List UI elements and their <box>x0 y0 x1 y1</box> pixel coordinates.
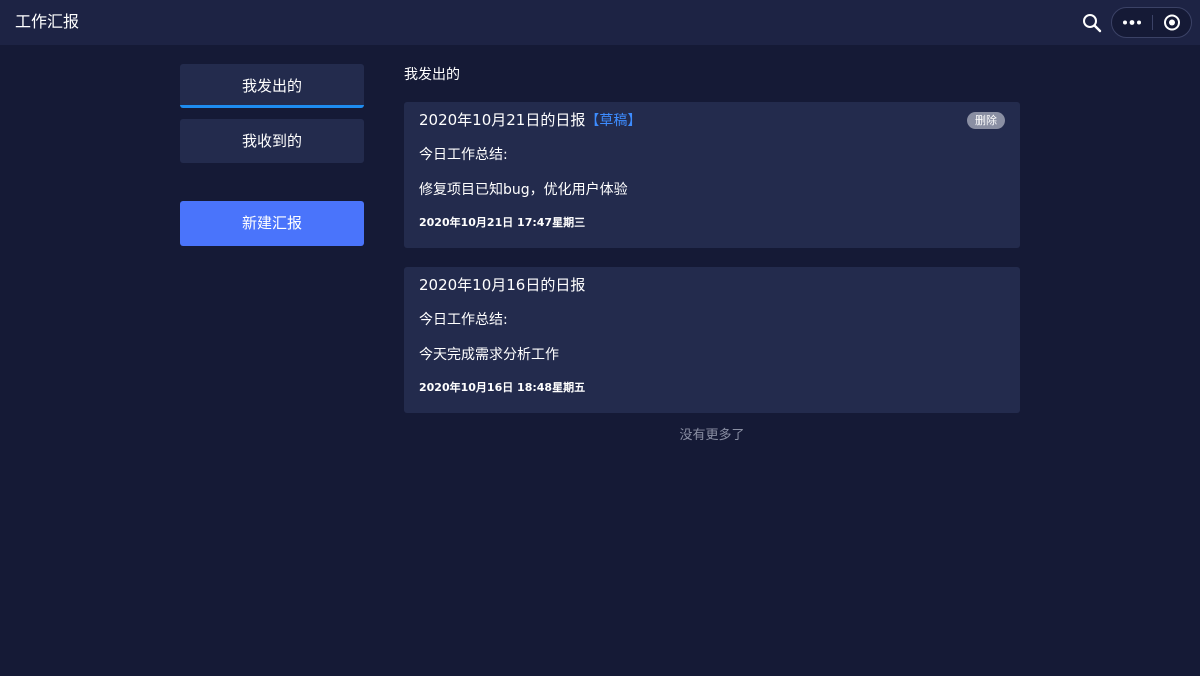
report-title: 2020年10月21日的日报【草稿】 <box>419 111 641 130</box>
report-time: 2020年10月16日 18:48星期五 <box>419 381 586 394</box>
active-tab-indicator <box>180 105 364 108</box>
draft-tag: 【草稿】 <box>585 113 642 129</box>
top-bar: 工作汇报 <box>0 0 1200 45</box>
report-card[interactable]: 2020年10月21日的日报【草稿】 删除 今日工作总结: 修复项目已知bug，… <box>404 102 1020 248</box>
mini-program-capsule <box>1111 7 1192 38</box>
summary-label: 今日工作总结: <box>419 147 508 163</box>
new-report-button[interactable]: 新建汇报 <box>180 201 364 246</box>
no-more-text: 没有更多了 <box>679 428 745 443</box>
summary-text: 今天完成需求分析工作 <box>419 347 559 363</box>
search-icon[interactable] <box>1081 12 1103 34</box>
summary-text: 修复项目已知bug，优化用户体验 <box>419 182 628 198</box>
more-dots-icon[interactable] <box>1112 8 1152 37</box>
circle-target-icon[interactable] <box>1153 8 1192 37</box>
app-title: 工作汇报 <box>15 12 80 31</box>
section-title: 我发出的 <box>404 67 460 83</box>
summary-label: 今日工作总结: <box>419 312 508 328</box>
report-title-text: 2020年10月21日的日报 <box>419 111 586 129</box>
report-time: 2020年10月21日 17:47星期三 <box>419 216 586 229</box>
tab-sent-label: 我发出的 <box>241 77 302 95</box>
report-title: 2020年10月16日的日报 <box>419 276 585 294</box>
delete-button[interactable]: 删除 <box>967 112 1005 129</box>
tab-sent[interactable]: 我发出的 <box>180 64 364 108</box>
tab-received[interactable]: 我收到的 <box>180 119 364 163</box>
report-card[interactable]: 2020年10月16日的日报 今日工作总结: 今天完成需求分析工作 2020年1… <box>404 267 1020 413</box>
tab-received-label: 我收到的 <box>241 132 302 150</box>
report-title-text: 2020年10月16日的日报 <box>419 276 586 294</box>
